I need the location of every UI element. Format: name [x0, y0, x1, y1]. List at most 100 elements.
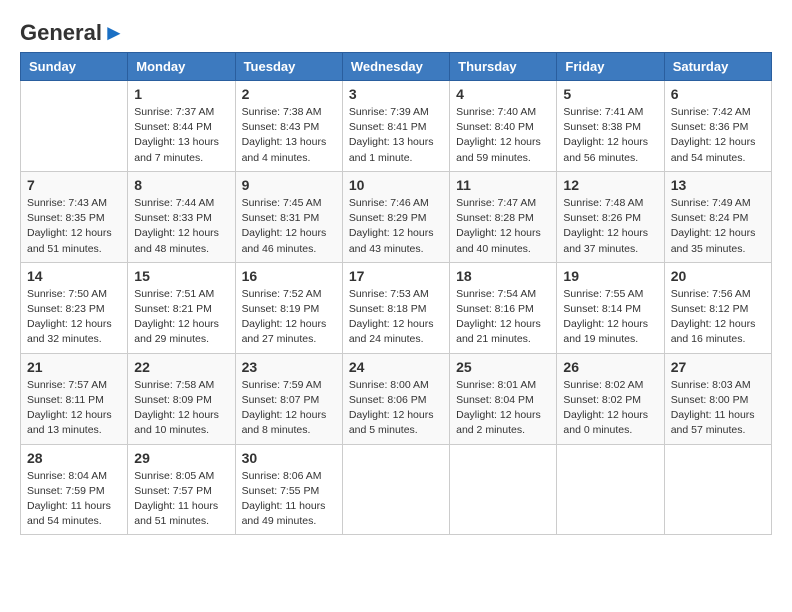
calendar-cell — [450, 444, 557, 535]
day-number: 2 — [242, 86, 336, 102]
day-number: 5 — [563, 86, 657, 102]
weekday-wednesday: Wednesday — [342, 53, 449, 81]
day-number: 20 — [671, 268, 765, 284]
page-header: General► — [20, 20, 772, 42]
day-number: 4 — [456, 86, 550, 102]
calendar-cell: 8 Sunrise: 7:44 AM Sunset: 8:33 PM Daylig… — [128, 171, 235, 262]
day-number: 3 — [349, 86, 443, 102]
day-info: Sunrise: 7:40 AM Sunset: 8:40 PM Dayligh… — [456, 105, 550, 166]
calendar-cell: 25 Sunrise: 8:01 AM Sunset: 8:04 PM Dayli… — [450, 353, 557, 444]
calendar-cell — [664, 444, 771, 535]
day-number: 14 — [27, 268, 121, 284]
calendar-cell: 11 Sunrise: 7:47 AM Sunset: 8:28 PM Dayli… — [450, 171, 557, 262]
day-info: Sunrise: 7:37 AM Sunset: 8:44 PM Dayligh… — [134, 105, 228, 166]
day-number: 15 — [134, 268, 228, 284]
day-number: 12 — [563, 177, 657, 193]
day-number: 6 — [671, 86, 765, 102]
calendar-cell: 6 Sunrise: 7:42 AM Sunset: 8:36 PM Daylig… — [664, 81, 771, 172]
day-info: Sunrise: 7:51 AM Sunset: 8:21 PM Dayligh… — [134, 287, 228, 348]
calendar-cell: 29 Sunrise: 8:05 AM Sunset: 7:57 PM Dayli… — [128, 444, 235, 535]
day-number: 1 — [134, 86, 228, 102]
weekday-saturday: Saturday — [664, 53, 771, 81]
weekday-monday: Monday — [128, 53, 235, 81]
calendar-cell — [557, 444, 664, 535]
calendar-cell: 27 Sunrise: 8:03 AM Sunset: 8:00 PM Dayli… — [664, 353, 771, 444]
day-info: Sunrise: 8:05 AM Sunset: 7:57 PM Dayligh… — [134, 469, 228, 530]
day-number: 24 — [349, 359, 443, 375]
week-row-2: 7 Sunrise: 7:43 AM Sunset: 8:35 PM Daylig… — [21, 171, 772, 262]
day-info: Sunrise: 7:58 AM Sunset: 8:09 PM Dayligh… — [134, 378, 228, 439]
day-number: 22 — [134, 359, 228, 375]
weekday-thursday: Thursday — [450, 53, 557, 81]
day-number: 26 — [563, 359, 657, 375]
day-info: Sunrise: 7:41 AM Sunset: 8:38 PM Dayligh… — [563, 105, 657, 166]
calendar-cell: 5 Sunrise: 7:41 AM Sunset: 8:38 PM Daylig… — [557, 81, 664, 172]
calendar-cell: 15 Sunrise: 7:51 AM Sunset: 8:21 PM Dayli… — [128, 262, 235, 353]
logo-text: General► — [20, 20, 125, 46]
day-info: Sunrise: 8:02 AM Sunset: 8:02 PM Dayligh… — [563, 378, 657, 439]
day-info: Sunrise: 7:43 AM Sunset: 8:35 PM Dayligh… — [27, 196, 121, 257]
calendar-cell: 18 Sunrise: 7:54 AM Sunset: 8:16 PM Dayli… — [450, 262, 557, 353]
day-info: Sunrise: 7:38 AM Sunset: 8:43 PM Dayligh… — [242, 105, 336, 166]
calendar-cell: 9 Sunrise: 7:45 AM Sunset: 8:31 PM Daylig… — [235, 171, 342, 262]
calendar-body: 1 Sunrise: 7:37 AM Sunset: 8:44 PM Daylig… — [21, 81, 772, 535]
day-number: 9 — [242, 177, 336, 193]
weekday-tuesday: Tuesday — [235, 53, 342, 81]
week-row-4: 21 Sunrise: 7:57 AM Sunset: 8:11 PM Dayli… — [21, 353, 772, 444]
day-info: Sunrise: 8:04 AM Sunset: 7:59 PM Dayligh… — [27, 469, 121, 530]
day-info: Sunrise: 7:52 AM Sunset: 8:19 PM Dayligh… — [242, 287, 336, 348]
day-info: Sunrise: 7:55 AM Sunset: 8:14 PM Dayligh… — [563, 287, 657, 348]
day-info: Sunrise: 7:59 AM Sunset: 8:07 PM Dayligh… — [242, 378, 336, 439]
day-info: Sunrise: 7:56 AM Sunset: 8:12 PM Dayligh… — [671, 287, 765, 348]
day-number: 21 — [27, 359, 121, 375]
calendar-cell: 23 Sunrise: 7:59 AM Sunset: 8:07 PM Dayli… — [235, 353, 342, 444]
day-info: Sunrise: 7:42 AM Sunset: 8:36 PM Dayligh… — [671, 105, 765, 166]
day-number: 27 — [671, 359, 765, 375]
calendar-cell: 14Sunrise: 7:50 AM Sunset: 8:23 PM Dayli… — [21, 262, 128, 353]
day-info: Sunrise: 7:44 AM Sunset: 8:33 PM Dayligh… — [134, 196, 228, 257]
day-number: 11 — [456, 177, 550, 193]
calendar-cell: 16Sunrise: 7:52 AM Sunset: 8:19 PM Dayli… — [235, 262, 342, 353]
weekday-header-row: SundayMondayTuesdayWednesdayThursdayFrid… — [21, 53, 772, 81]
day-info: Sunrise: 7:47 AM Sunset: 8:28 PM Dayligh… — [456, 196, 550, 257]
day-number: 10 — [349, 177, 443, 193]
day-info: Sunrise: 7:54 AM Sunset: 8:16 PM Dayligh… — [456, 287, 550, 348]
weekday-sunday: Sunday — [21, 53, 128, 81]
logo: General► — [20, 20, 125, 42]
week-row-5: 28 Sunrise: 8:04 AM Sunset: 7:59 PM Dayli… — [21, 444, 772, 535]
day-info: Sunrise: 7:45 AM Sunset: 8:31 PM Dayligh… — [242, 196, 336, 257]
day-number: 8 — [134, 177, 228, 193]
day-number: 13 — [671, 177, 765, 193]
calendar-cell: 20 Sunrise: 7:56 AM Sunset: 8:12 PM Dayli… — [664, 262, 771, 353]
day-info: Sunrise: 7:57 AM Sunset: 8:11 PM Dayligh… — [27, 378, 121, 439]
day-number: 25 — [456, 359, 550, 375]
day-number: 23 — [242, 359, 336, 375]
week-row-3: 14Sunrise: 7:50 AM Sunset: 8:23 PM Dayli… — [21, 262, 772, 353]
calendar-cell — [342, 444, 449, 535]
day-number: 19 — [563, 268, 657, 284]
day-number: 7 — [27, 177, 121, 193]
day-info: Sunrise: 7:53 AM Sunset: 8:18 PM Dayligh… — [349, 287, 443, 348]
day-info: Sunrise: 7:49 AM Sunset: 8:24 PM Dayligh… — [671, 196, 765, 257]
weekday-friday: Friday — [557, 53, 664, 81]
calendar-cell: 17 Sunrise: 7:53 AM Sunset: 8:18 PM Dayli… — [342, 262, 449, 353]
calendar-cell — [21, 81, 128, 172]
calendar-cell: 19 Sunrise: 7:55 AM Sunset: 8:14 PM Dayli… — [557, 262, 664, 353]
calendar-cell: 12Sunrise: 7:48 AM Sunset: 8:26 PM Dayli… — [557, 171, 664, 262]
calendar-cell: 13 Sunrise: 7:49 AM Sunset: 8:24 PM Dayli… — [664, 171, 771, 262]
day-info: Sunrise: 8:01 AM Sunset: 8:04 PM Dayligh… — [456, 378, 550, 439]
week-row-1: 1 Sunrise: 7:37 AM Sunset: 8:44 PM Daylig… — [21, 81, 772, 172]
calendar-cell: 21 Sunrise: 7:57 AM Sunset: 8:11 PM Dayli… — [21, 353, 128, 444]
day-info: Sunrise: 8:03 AM Sunset: 8:00 PM Dayligh… — [671, 378, 765, 439]
day-info: Sunrise: 8:00 AM Sunset: 8:06 PM Dayligh… — [349, 378, 443, 439]
calendar-cell: 2 Sunrise: 7:38 AM Sunset: 8:43 PM Daylig… — [235, 81, 342, 172]
calendar-cell: 24 Sunrise: 8:00 AM Sunset: 8:06 PM Dayli… — [342, 353, 449, 444]
day-number: 28 — [27, 450, 121, 466]
calendar-cell: 3Sunrise: 7:39 AM Sunset: 8:41 PM Daylig… — [342, 81, 449, 172]
day-number: 17 — [349, 268, 443, 284]
calendar-table: SundayMondayTuesdayWednesdayThursdayFrid… — [20, 52, 772, 535]
day-number: 29 — [134, 450, 228, 466]
day-number: 18 — [456, 268, 550, 284]
calendar-cell: 10 Sunrise: 7:46 AM Sunset: 8:29 PM Dayli… — [342, 171, 449, 262]
day-info: Sunrise: 7:46 AM Sunset: 8:29 PM Dayligh… — [349, 196, 443, 257]
